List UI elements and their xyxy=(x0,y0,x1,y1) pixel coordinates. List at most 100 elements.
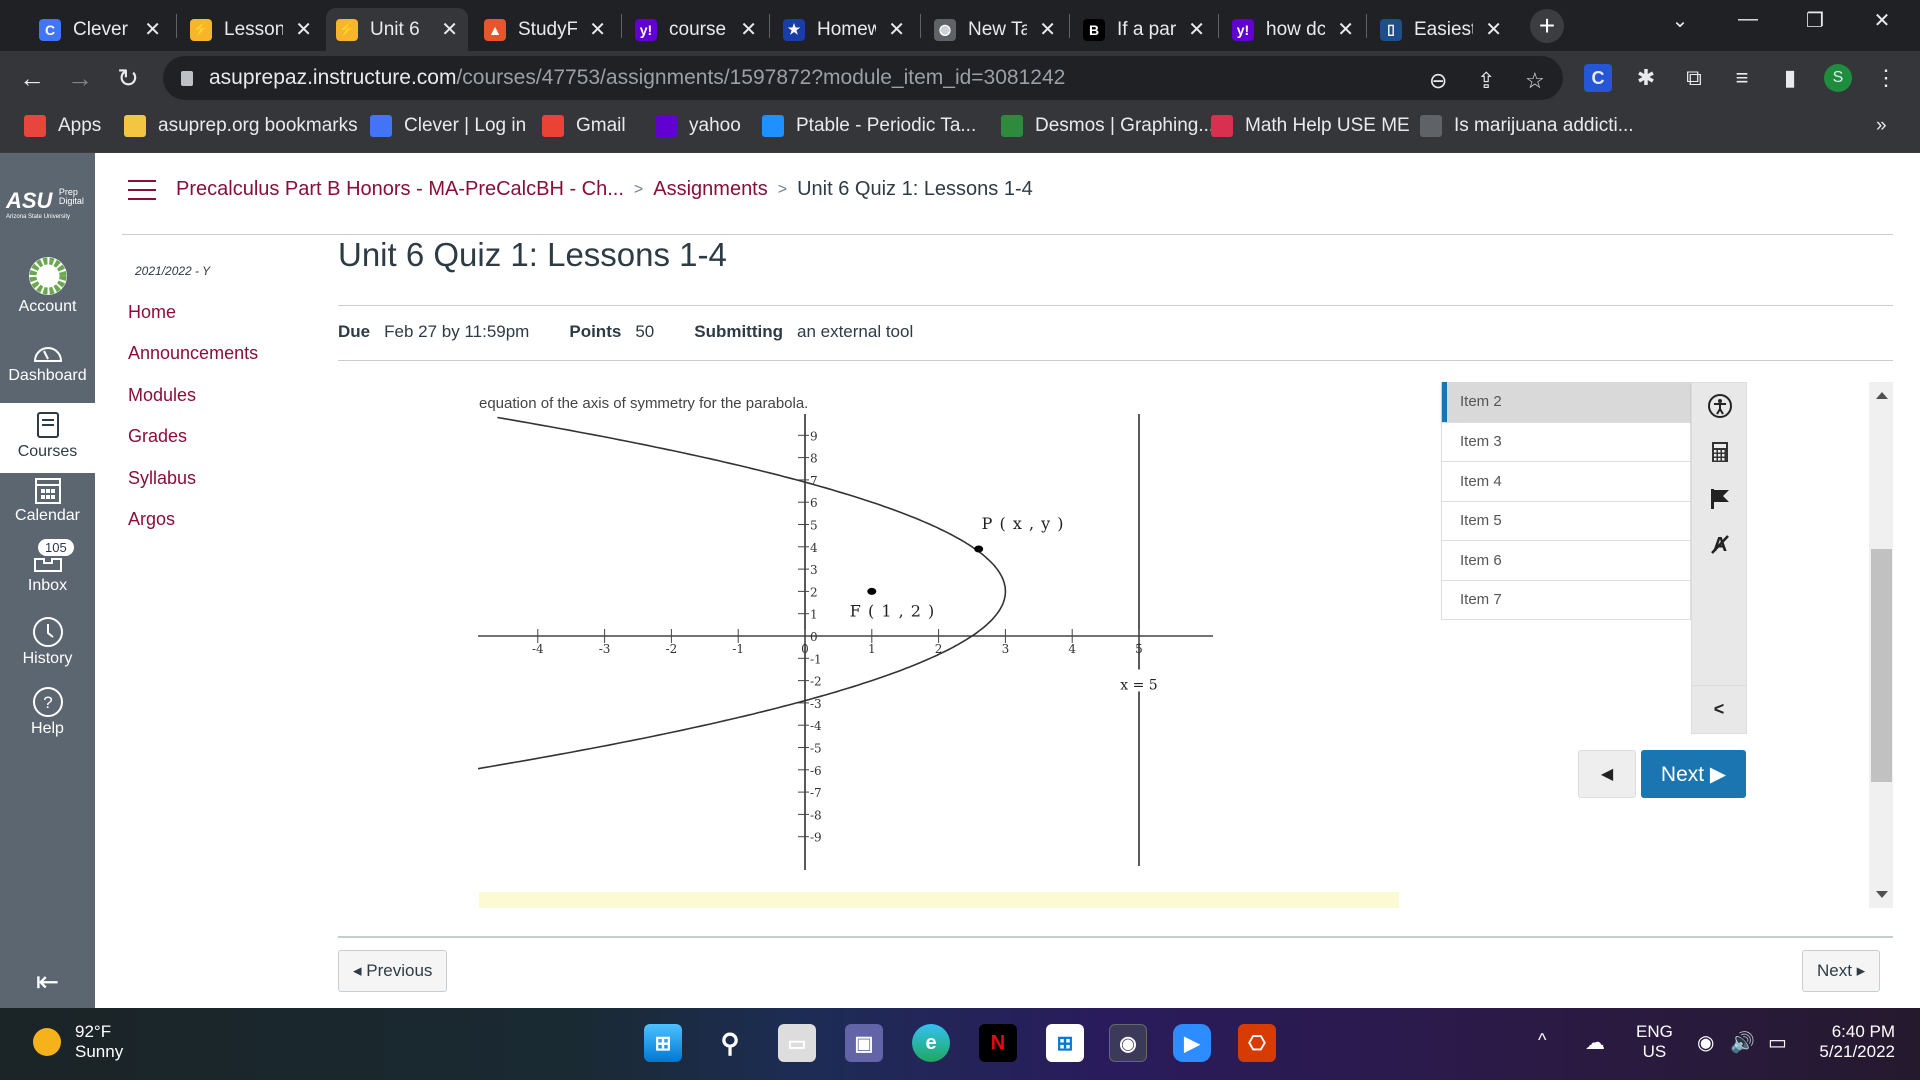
close-tab-icon[interactable]: ✕ xyxy=(1485,17,1502,42)
browser-tab[interactable]: B If a par ✕ xyxy=(1073,8,1215,51)
side-panel-icon[interactable]: ▮ xyxy=(1776,64,1804,92)
new-tab-button[interactable]: + xyxy=(1530,9,1564,43)
windows-start-icon[interactable]: ⊞ xyxy=(644,1024,682,1062)
bookmark-item[interactable]: asuprep.org bookmarks xyxy=(124,115,358,137)
quiz-item-5[interactable]: Item 5 xyxy=(1442,500,1690,540)
edge-icon[interactable]: e xyxy=(912,1024,950,1062)
strikethrough-eliminator-icon[interactable]: A xyxy=(1692,533,1748,560)
volume-icon[interactable]: 🔊 xyxy=(1730,1030,1755,1055)
global-nav-calendar[interactable]: Calendar xyxy=(0,475,95,525)
close-tab-icon[interactable]: ✕ xyxy=(1188,17,1205,42)
breadcrumb-assignments[interactable]: Assignments xyxy=(653,178,768,201)
profile-avatar[interactable]: S xyxy=(1824,64,1852,92)
bookmark-star-icon[interactable]: ☆ xyxy=(1525,68,1545,94)
browser-tab[interactable]: ⚡ Unit 6 ✕ xyxy=(326,8,468,51)
course-nav-home[interactable]: Home xyxy=(128,302,176,323)
asu-prep-logo[interactable]: ASU Prep Digital Arizona State University xyxy=(6,188,84,221)
teams-chat-icon[interactable]: ▣ xyxy=(845,1024,883,1062)
bookmarks-overflow-button[interactable]: » xyxy=(1876,115,1887,137)
bookmark-item[interactable]: Ptable - Periodic Ta... xyxy=(762,115,976,137)
bookmark-item[interactable]: Gmail xyxy=(542,115,626,137)
zoom-icon[interactable]: ▶ xyxy=(1173,1024,1211,1062)
minimize-icon[interactable]: — xyxy=(1728,8,1768,31)
back-button[interactable]: ← xyxy=(16,63,48,94)
close-tab-icon[interactable]: ✕ xyxy=(144,17,161,42)
collapse-tools-button[interactable]: < xyxy=(1692,685,1746,733)
course-nav-argos[interactable]: Argos xyxy=(128,509,175,530)
close-tab-icon[interactable]: ✕ xyxy=(888,17,905,42)
quiz-item-6[interactable]: Item 6 xyxy=(1442,540,1690,580)
global-nav-help[interactable]: ? Help xyxy=(0,686,95,738)
scroll-up-arrow-icon[interactable] xyxy=(1876,392,1888,399)
breadcrumb-course[interactable]: Precalculus Part B Honors - MA-PreCalcBH… xyxy=(176,178,624,201)
hamburger-menu-icon[interactable] xyxy=(128,179,156,200)
reload-button[interactable]: ↻ xyxy=(112,63,144,94)
browser-tab[interactable]: ▲ StudyF ✕ xyxy=(474,8,616,51)
answer-choice-highlight[interactable] xyxy=(479,892,1399,908)
close-tab-icon[interactable]: ✕ xyxy=(740,17,757,42)
quiz-next-button[interactable]: Next ▶ xyxy=(1641,750,1746,798)
netflix-icon[interactable]: N xyxy=(979,1024,1017,1062)
show-hidden-icons-chevron[interactable]: ^ xyxy=(1538,1030,1546,1051)
language-indicator[interactable]: ENG US xyxy=(1636,1022,1673,1062)
bookmark-item[interactable]: Desmos | Graphing... xyxy=(1001,115,1214,137)
reading-list-icon[interactable]: ≡ xyxy=(1728,64,1756,92)
system-clock[interactable]: 6:40 PM 5/21/2022 xyxy=(1815,1022,1895,1062)
global-nav-courses[interactable]: Courses xyxy=(0,403,95,473)
browser-tab[interactable]: ⚡ Lesson ✕ xyxy=(180,8,322,51)
global-nav-account[interactable]: Account xyxy=(0,256,95,316)
browser-tab[interactable]: ▯ Easiest ✕ xyxy=(1370,8,1512,51)
search-icon[interactable]: ⚲ xyxy=(711,1024,749,1062)
wifi-icon[interactable]: ◉ xyxy=(1697,1030,1714,1055)
bookmark-item[interactable]: Is marijuana addicti... xyxy=(1420,115,1634,137)
bookmark-item[interactable]: yahoo xyxy=(655,115,741,137)
previous-module-button[interactable]: ◂ Previous xyxy=(338,950,448,992)
global-nav-history[interactable]: History xyxy=(0,616,95,668)
flag-icon[interactable] xyxy=(1692,487,1748,516)
browser-tab[interactable]: C Clever ✕ xyxy=(29,8,171,51)
weather-widget[interactable]: 92°F Sunny xyxy=(33,1022,123,1062)
collapse-nav-icon[interactable]: ⇤ xyxy=(0,965,95,998)
global-nav-inbox[interactable]: 105 Inbox xyxy=(0,539,95,595)
close-window-icon[interactable]: ✕ xyxy=(1862,8,1902,33)
office-icon[interactable]: ⎔ xyxy=(1238,1024,1276,1062)
forward-button[interactable]: → xyxy=(64,63,96,94)
chrome-icon[interactable]: ◉ xyxy=(1109,1024,1147,1062)
browser-tab[interactable]: y! how dc ✕ xyxy=(1222,8,1364,51)
extensions-puzzle-icon[interactable]: ✱ xyxy=(1632,64,1660,92)
address-bar[interactable]: asuprepaz.instructure.com /courses/47753… xyxy=(163,56,1563,100)
frame-scrollbar[interactable] xyxy=(1869,382,1893,908)
scroll-down-arrow-icon[interactable] xyxy=(1876,891,1888,898)
course-nav-grades[interactable]: Grades xyxy=(128,426,187,447)
course-nav-announcements[interactable]: Announcements xyxy=(128,343,258,364)
close-tab-icon[interactable]: ✕ xyxy=(441,17,458,42)
browser-tab[interactable]: ◍ New Ta ✕ xyxy=(924,8,1066,51)
clever-extension-icon[interactable]: C xyxy=(1584,64,1612,92)
bookmark-item[interactable]: Math Help USE ME xyxy=(1211,115,1410,137)
bookmark-item[interactable]: Clever | Log in xyxy=(370,115,526,137)
menu-kebab-icon[interactable]: ⋮ xyxy=(1872,64,1900,92)
share-icon[interactable]: ⇪ xyxy=(1477,68,1495,94)
browser-tab[interactable]: y! course ✕ xyxy=(625,8,767,51)
quiz-previous-button[interactable]: ◀ xyxy=(1578,750,1636,798)
quiz-item-3[interactable]: Item 3 xyxy=(1442,421,1690,461)
store-icon[interactable]: ⊞ xyxy=(1046,1024,1084,1062)
restore-icon[interactable]: ❐ xyxy=(1795,8,1835,33)
global-nav-dashboard[interactable]: Dashboard xyxy=(0,339,95,385)
close-tab-icon[interactable]: ✕ xyxy=(1337,17,1354,42)
course-nav-modules[interactable]: Modules xyxy=(128,385,196,406)
task-view-icon[interactable]: ▭ xyxy=(778,1024,816,1062)
tab-search-chevron-icon[interactable]: ⌄ xyxy=(1660,8,1700,33)
browser-tab[interactable]: ★ Homew ✕ xyxy=(773,8,915,51)
quiz-item-2[interactable]: Item 2 xyxy=(1442,382,1690,422)
quiz-item-7[interactable]: Item 7 xyxy=(1442,579,1690,619)
zoom-out-icon[interactable]: ⊖ xyxy=(1429,68,1447,94)
cast-icon[interactable]: ⧉ xyxy=(1680,64,1708,92)
bookmark-item[interactable]: Apps xyxy=(24,115,101,137)
close-tab-icon[interactable]: ✕ xyxy=(295,17,312,42)
close-tab-icon[interactable]: ✕ xyxy=(1039,17,1056,42)
accessibility-icon[interactable] xyxy=(1692,393,1748,424)
next-module-button[interactable]: Next ▸ xyxy=(1802,950,1881,992)
close-tab-icon[interactable]: ✕ xyxy=(589,17,606,42)
battery-icon[interactable]: ▭ xyxy=(1768,1030,1787,1055)
